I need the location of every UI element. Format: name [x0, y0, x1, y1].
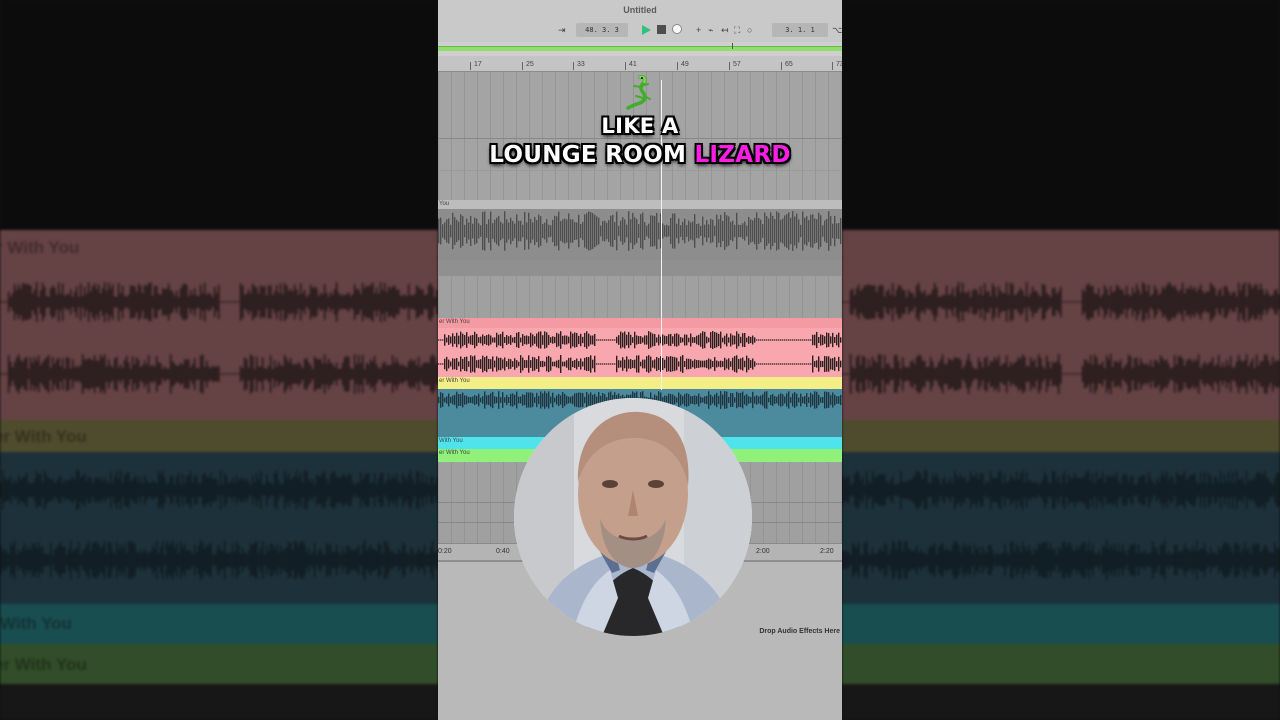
punch-icon[interactable]: ⌥: [832, 24, 842, 36]
ruler-bar-label: 49: [677, 61, 689, 70]
capture-midi-icon[interactable]: ⛶: [734, 24, 740, 36]
drop-effects-hint: Drop Audio Effects Here: [759, 628, 840, 635]
empty-lane[interactable]: [438, 260, 842, 318]
caption-highlight: LIZARD: [694, 142, 791, 168]
arrangement-overview[interactable]: [438, 42, 842, 56]
caption-line-1: LIKE A: [601, 114, 679, 138]
transport-bar: ⇥ 48. 3. 3 + ⌁ ↤ ⛶ ○ 3. 1. 1 ⌥: [438, 20, 842, 42]
time-label: 2:20: [820, 548, 834, 555]
play-button[interactable]: [640, 23, 652, 37]
ruler-bar-label: 65: [781, 61, 793, 70]
clip-title: er With You: [438, 318, 842, 328]
time-label: 2:00: [756, 548, 770, 555]
clip-waveform: [438, 211, 842, 251]
lizard-icon: [626, 75, 651, 110]
reenable-automation-icon[interactable]: ↤: [721, 24, 729, 36]
record-button[interactable]: [672, 24, 682, 34]
loop-start-display[interactable]: 3. 1. 1: [772, 23, 828, 37]
ruler-bar-label: 73: [832, 61, 842, 70]
time-label: 0:40: [496, 548, 510, 555]
audio-clip[interactable]: er With You: [438, 318, 842, 377]
title-bar: Untitled: [438, 0, 842, 20]
window-title: Untitled: [623, 5, 657, 15]
automation-arm-icon[interactable]: ⌁: [708, 24, 713, 36]
ruler-bar-label: 41: [625, 61, 637, 70]
time-label: 0:20: [438, 548, 452, 555]
follow-icon[interactable]: ⇥: [558, 24, 566, 36]
presenter-video: [514, 398, 752, 636]
caption-line-2: LOUNGE ROOM LIZARD: [438, 142, 842, 168]
session-record-icon[interactable]: ○: [747, 24, 752, 36]
ruler-bar-label: 17: [470, 61, 482, 70]
ruler-bar-label: 25: [522, 61, 534, 70]
background-left: r With You er With You With You er With …: [0, 0, 438, 720]
clip-waveform: [438, 331, 842, 349]
clip-waveform: [438, 355, 842, 373]
webcam-overlay: [514, 398, 752, 636]
clip-title: er With You: [438, 377, 842, 389]
ruler-bar-label: 33: [573, 61, 585, 70]
background-right: [842, 0, 1280, 720]
caption-text: LOUNGE ROOM: [489, 142, 687, 168]
beat-ruler[interactable]: 17 25 33 41 49 57 65 73: [438, 56, 842, 72]
audio-clip[interactable]: You: [438, 200, 842, 260]
ruler-bar-label: 57: [729, 61, 741, 70]
overdub-icon[interactable]: +: [696, 24, 701, 36]
clip-title: You: [438, 200, 842, 209]
song-position-display[interactable]: 48. 3. 3: [576, 23, 628, 37]
stop-button[interactable]: [657, 25, 666, 34]
